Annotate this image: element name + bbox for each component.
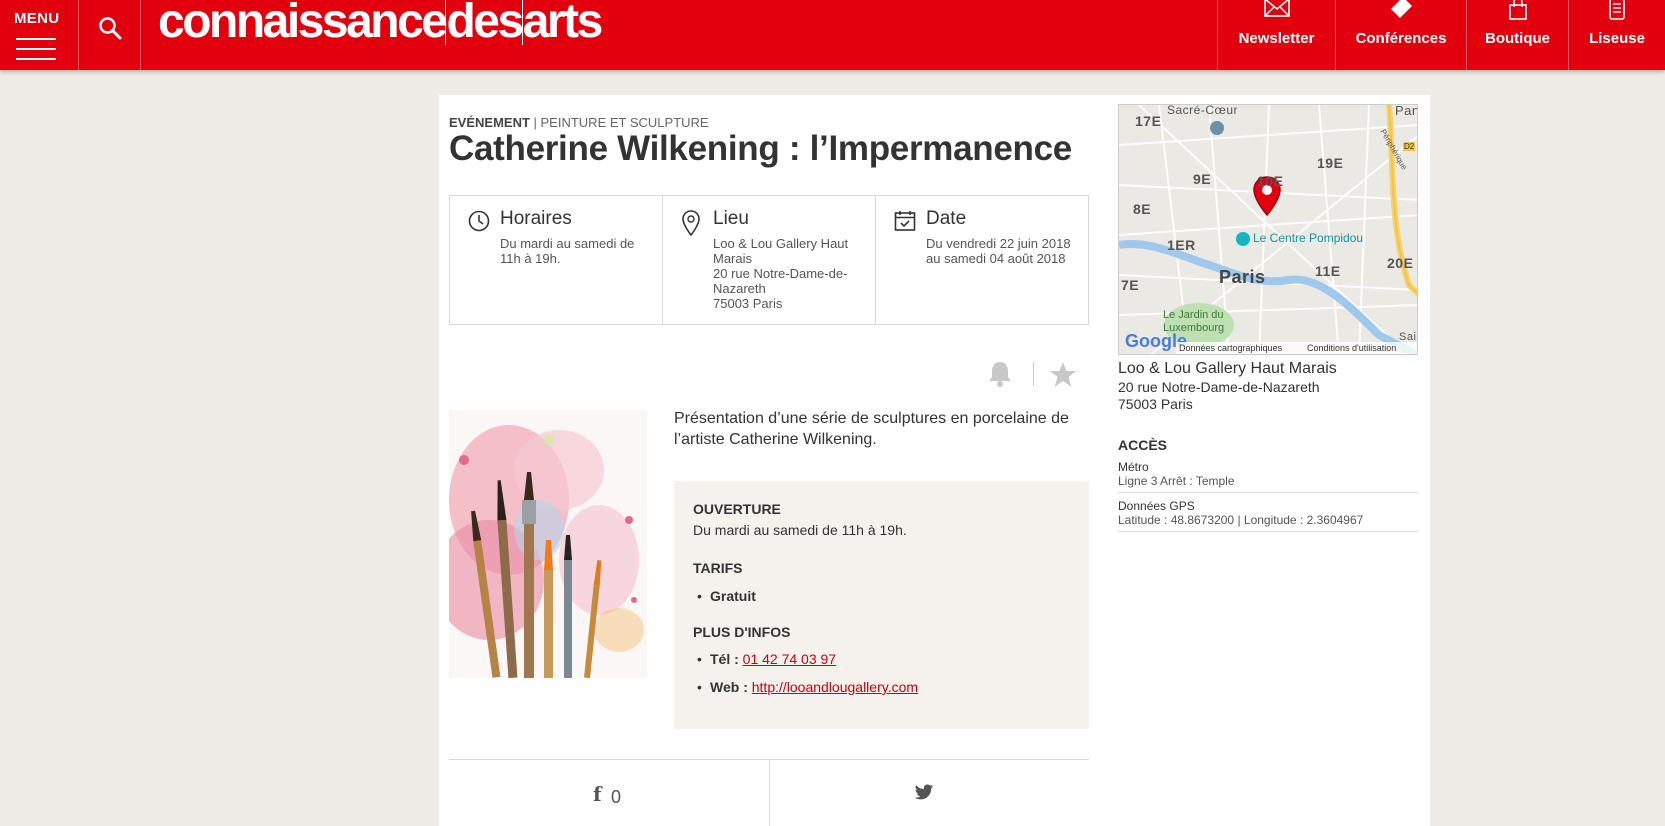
map-data-credits[interactable]: Données cartographiques [1179, 343, 1282, 353]
map-label-sacre-coeur: Sacré-Cœur [1167, 104, 1239, 117]
facebook-icon: f [593, 782, 602, 806]
event-image[interactable] [449, 410, 647, 678]
breadcrumb: EVÉNEMENT | PEINTURE ET SCULPTURE [449, 115, 709, 130]
gps-title: Données GPS [1118, 499, 1195, 513]
map-label-1er: 1ER [1167, 237, 1196, 253]
site-logo[interactable]: connaissancedesarts [158, 0, 603, 50]
map-poi-centre-pompidou[interactable]: Le Centre Pompidou [1253, 231, 1363, 245]
date-title: Date [926, 208, 967, 229]
place-column: Lieu Loo & Lou Gallery Haut Marais 20 ru… [663, 196, 876, 324]
opening-text: Du mardi au samedi de 11h à 19h. [693, 522, 907, 538]
tablet-icon [1609, 0, 1625, 20]
event-info-box: Horaires Du mardi au samedi de 11h à 19h… [449, 195, 1089, 325]
access-title: ACCÈS [1118, 437, 1168, 453]
menu-label: MENU [14, 10, 60, 27]
twitter-icon [914, 784, 933, 800]
share-bar: f 0 [449, 759, 1089, 826]
category-name[interactable]: PEINTURE ET SCULPTURE [541, 115, 709, 130]
prices-title: TARIFS [693, 560, 743, 576]
map-label-20e: 20E [1387, 255, 1414, 271]
phone-link[interactable]: 01 42 74 03 97 [743, 651, 836, 667]
menu-button[interactable]: MENU [0, 0, 79, 70]
map-label-11e: 11E [1315, 263, 1341, 279]
actions-divider [1033, 362, 1034, 386]
site-header: MENU connaissancedesarts Newsletter Conf… [0, 0, 1665, 70]
hours-column: Horaires Du mardi au samedi de 11h à 19h… [450, 196, 663, 324]
search-button[interactable] [79, 0, 141, 70]
gps-info: Données GPS Latitude : 48.8673200 | Long… [1118, 499, 1418, 532]
gps-text: Latitude : 48.8673200 | Longitude : 2.36… [1118, 513, 1364, 527]
metro-info: Métro Ligne 3 Arrêt : Temple [1118, 460, 1418, 493]
map-label-pan: Pan [1395, 104, 1418, 118]
venue-city: 75003 Paris [1118, 396, 1193, 412]
facebook-share-button[interactable]: f 0 [449, 760, 770, 826]
price-item: Gratuit [697, 588, 756, 604]
star-icon[interactable] [1049, 361, 1077, 388]
date-text: Du vendredi 22 juin 2018 au samedi 04 ao… [926, 236, 1071, 266]
shopping-bag-icon [1508, 0, 1527, 20]
page-title: Catherine Wilkening : l’Impermanence [449, 129, 1072, 168]
event-description: Présentation d’une série de sculptures e… [674, 410, 1069, 448]
bell-icon[interactable] [987, 360, 1013, 388]
nav-newsletter-label: Newsletter [1238, 30, 1315, 47]
place-title: Lieu [713, 208, 749, 229]
location-pin-icon [682, 210, 700, 236]
hamburger-icon [16, 38, 56, 68]
calendar-icon [894, 211, 916, 231]
web-item: Web : http://looandlougallery.com [697, 679, 918, 695]
twitter-share-button[interactable] [770, 760, 1090, 826]
map-label-d2: D2 [1403, 142, 1416, 151]
map-label-7e: 7E [1121, 277, 1140, 293]
category-type[interactable]: EVÉNEMENT [449, 115, 530, 130]
location-map[interactable]: Sacré-Cœur Pan 17E 19E 9E 10E 8E 1ER 20E… [1118, 104, 1418, 355]
nav-liseuse-label: Liseuse [1589, 30, 1645, 47]
facebook-share-count: 0 [611, 787, 622, 807]
venue-name: Loo & Lou Gallery Haut Marais [1118, 360, 1337, 377]
venue-street: 20 rue Notre-Dame-de-Nazareth [1118, 379, 1320, 395]
website-link[interactable]: http://looandlougallery.com [752, 679, 918, 695]
nav-newsletter[interactable]: Newsletter [1217, 0, 1335, 70]
map-label-paris: Paris [1219, 267, 1266, 287]
nav-conferences[interactable]: Conférences [1335, 0, 1466, 70]
map-label-10e: 10E [1257, 173, 1284, 189]
practical-info-panel: OUVERTURE Du mardi au samedi de 11h à 19… [674, 481, 1089, 729]
more-info-title: PLUS D'INFOS [693, 624, 791, 640]
opening-title: OUVERTURE [693, 501, 781, 517]
hours-text: Du mardi au samedi de 11h à 19h. [500, 236, 635, 266]
clock-icon [468, 210, 490, 232]
date-column: Date Du vendredi 22 juin 2018 au samedi … [876, 196, 1088, 324]
map-label-19e: 19E [1317, 155, 1344, 171]
article-actions [987, 360, 1087, 390]
metro-title: Métro [1118, 460, 1149, 474]
map-terms-link[interactable]: Conditions d'utilisation [1307, 343, 1396, 353]
nav-liseuse[interactable]: Liseuse [1568, 0, 1665, 70]
place-text: Loo & Lou Gallery Haut Marais 20 rue Not… [713, 236, 849, 311]
phone-item: Tél : 01 42 74 03 97 [697, 651, 836, 667]
metro-text: Ligne 3 Arrêt : Temple [1118, 474, 1235, 488]
nav-boutique[interactable]: Boutique [1466, 0, 1568, 70]
envelope-icon [1263, 0, 1290, 17]
ticket-icon [1391, 0, 1412, 18]
hours-title: Horaires [500, 208, 572, 229]
map-label-9e: 9E [1193, 171, 1212, 187]
nav-boutique-label: Boutique [1485, 30, 1550, 47]
map-label-8e: 8E [1133, 201, 1152, 217]
map-label-17e: 17E [1135, 113, 1162, 129]
nav-conferences-label: Conférences [1355, 30, 1447, 47]
search-icon [99, 17, 122, 40]
